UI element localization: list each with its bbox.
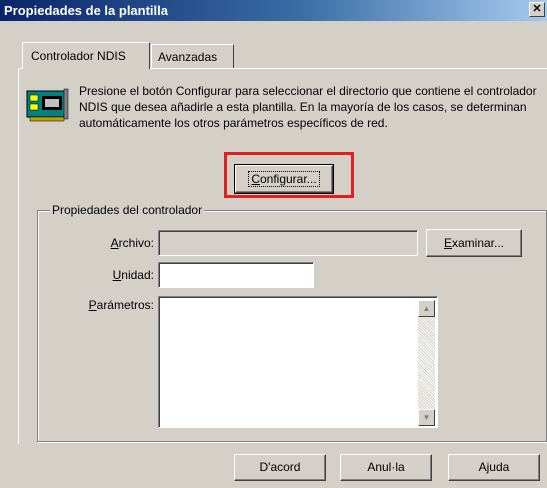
close-button[interactable]: ✕ xyxy=(529,2,545,17)
ok-button[interactable]: D'acord xyxy=(234,454,326,481)
tab-avanzadas[interactable]: Avanzadas xyxy=(151,44,234,68)
help-button[interactable]: Ajuda xyxy=(448,454,540,481)
tab-panel xyxy=(18,68,547,444)
tab-label: Controlador NDIS xyxy=(31,49,126,63)
close-icon: ✕ xyxy=(532,3,542,15)
cancel-button[interactable]: Anul·la xyxy=(340,454,432,481)
tab-controlador-ndis[interactable]: Controlador NDIS xyxy=(22,42,150,69)
window-title: Propiedades de la plantilla xyxy=(4,3,168,18)
tab-label: Avanzadas xyxy=(158,50,218,64)
title-bar: Propiedades de la plantilla ✕ xyxy=(0,0,547,21)
